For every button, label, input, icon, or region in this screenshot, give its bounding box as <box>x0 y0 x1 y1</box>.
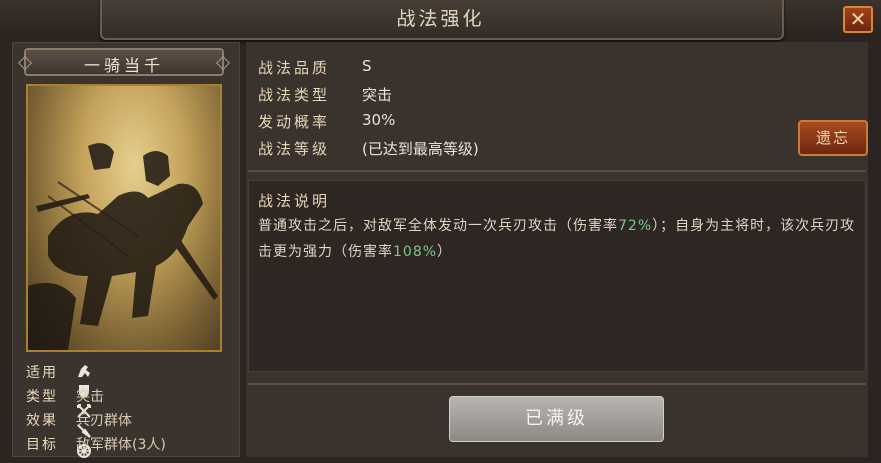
probability-value: 30% <box>362 111 396 129</box>
probability-label: 发动概率 <box>258 113 331 131</box>
close-icon: ✕ <box>849 7 867 31</box>
tactic-name-plate: 一骑当千 <box>24 48 224 76</box>
attr-val-type: 突击 <box>76 389 104 405</box>
description-seg1: 普通攻击之后，对敌军全体发动一次兵刃攻击（伤害率 <box>258 218 618 234</box>
level-value: (已达到最高等级) <box>362 140 479 158</box>
forget-button[interactable]: 遗忘 <box>798 120 868 156</box>
attr-key-type: 类型 <box>26 389 58 405</box>
type-value: 突击 <box>362 86 393 104</box>
description-text: 普通攻击之后，对敌军全体发动一次兵刃攻击（伤害率72%）；自身为主将时，该次兵刃… <box>258 213 858 265</box>
damage-rate-1: 72% <box>618 218 653 234</box>
attr-val-effect: 兵刃群体 <box>76 413 132 429</box>
tactic-name: 一骑当千 <box>83 56 164 75</box>
attr-key-troops: 适用 <box>26 365 58 381</box>
attr-val-target: 敌军群体(3人) <box>76 437 166 453</box>
close-button[interactable]: ✕ <box>843 6 873 33</box>
quality-value: S <box>362 57 372 75</box>
divider-top <box>248 170 866 172</box>
attr-key-effect: 效果 <box>26 413 58 429</box>
description-seg3: ） <box>437 244 453 260</box>
max-level-button[interactable]: 已满级 <box>449 396 664 442</box>
window-title: 战法强化 <box>396 8 485 30</box>
quality-label: 战法品质 <box>258 59 331 77</box>
divider-bottom <box>248 383 866 385</box>
attr-key-target: 目标 <box>26 437 58 453</box>
level-label: 战法等级 <box>258 140 331 158</box>
type-label: 战法类型 <box>258 86 331 104</box>
cavalry-icon <box>76 363 92 379</box>
troop-icons <box>76 363 98 458</box>
damage-rate-2: 108% <box>393 244 438 260</box>
description-title: 战法说明 <box>258 192 331 210</box>
tactic-artwork <box>26 84 222 352</box>
description-box <box>248 180 866 372</box>
